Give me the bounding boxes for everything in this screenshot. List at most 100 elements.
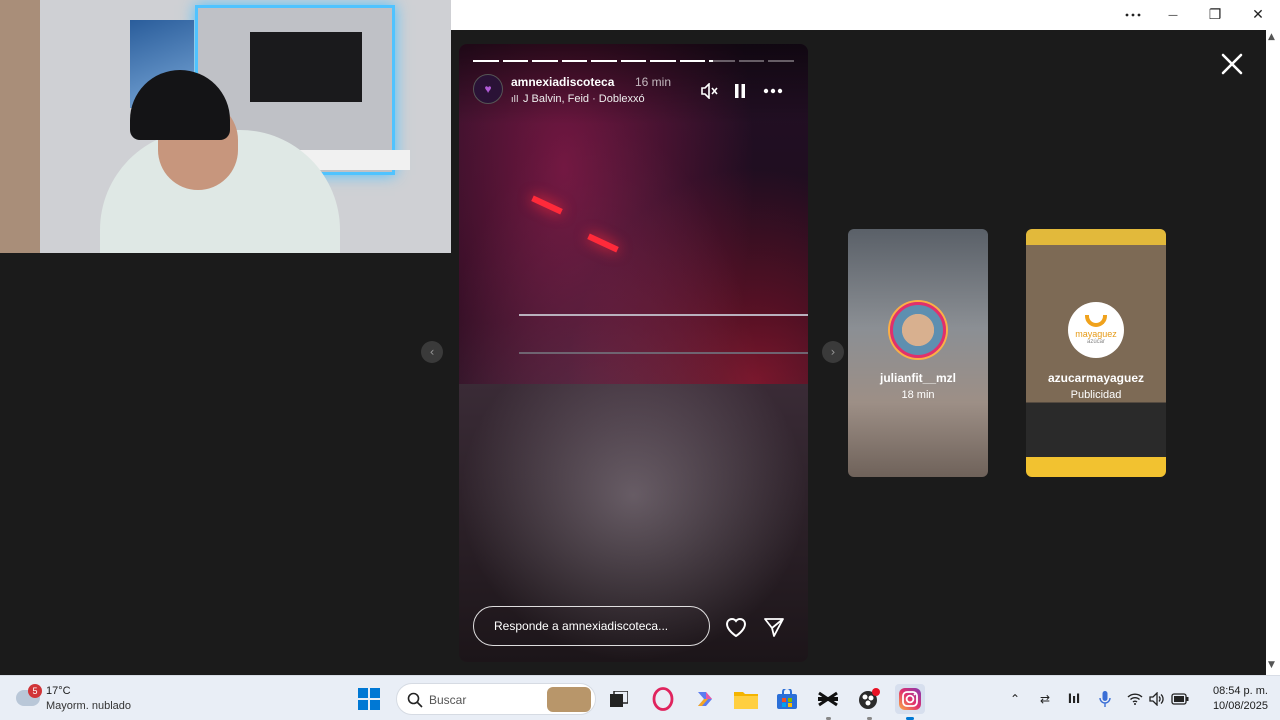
- search-highlight-image: [547, 687, 591, 712]
- like-button[interactable]: [723, 614, 749, 640]
- task-view-button[interactable]: [604, 684, 634, 714]
- close-story-viewer-button[interactable]: [1217, 49, 1247, 79]
- weather-desc: Mayorm. nublado: [46, 700, 131, 712]
- progress-fill: [532, 60, 558, 62]
- share-button[interactable]: [761, 614, 787, 640]
- clock-time: 08:54 p. m.: [1212, 685, 1268, 697]
- tray-app-1[interactable]: ⇄: [1035, 689, 1055, 709]
- story-preview-julianfit[interactable]: julianfit__mzl 18 min: [848, 229, 988, 477]
- webcam-overlay: [0, 0, 451, 253]
- search-placeholder: Buscar: [429, 693, 467, 707]
- scroll-up-arrow-icon[interactable]: ▲: [1268, 32, 1275, 42]
- logo-text: mayaguez: [1075, 329, 1117, 339]
- preview-username: azucarmayaguez: [1047, 371, 1145, 385]
- folder-icon: [734, 692, 758, 709]
- story-progress-bar: [473, 60, 795, 62]
- obs-app[interactable]: [854, 684, 884, 720]
- progress-segment: [650, 60, 676, 62]
- restore-icon: ❐: [1208, 7, 1222, 23]
- vertical-scrollbar[interactable]: ▲ ▼: [1266, 30, 1280, 675]
- music-bars-icon: ıll: [511, 95, 519, 105]
- progress-segment: [768, 60, 795, 62]
- speaker-icon: [1149, 692, 1164, 706]
- heart-logo-icon: ♥: [484, 82, 492, 96]
- volume-button[interactable]: [1147, 689, 1167, 709]
- maximize-button[interactable]: ❐: [1195, 0, 1235, 30]
- progress-fill: [591, 60, 617, 62]
- microphone-button[interactable]: [1095, 689, 1115, 709]
- tray-app-2[interactable]: lıl: [1064, 689, 1084, 709]
- network-button[interactable]: [1125, 689, 1145, 709]
- opera-app[interactable]: [648, 684, 678, 714]
- stage-light: [587, 233, 619, 253]
- progress-fill: [709, 60, 714, 62]
- progress-fill: [679, 60, 706, 62]
- chevron-left-icon: ‹: [429, 345, 435, 359]
- meter-icon: lıl: [1067, 692, 1081, 706]
- obs-icon: [859, 688, 880, 709]
- preview-sponsored-label: Publicidad: [1070, 389, 1122, 401]
- previous-story-button[interactable]: ‹: [421, 341, 443, 363]
- story-header: ♥ amnexiadiscoteca 16 min ıll J Balvin, F…: [473, 74, 794, 110]
- progress-fill: [561, 60, 588, 62]
- heart-icon: [725, 618, 747, 638]
- weather-widget[interactable]: 5 17°C Mayorm. nublado: [16, 684, 176, 714]
- story-options-button[interactable]: [762, 80, 784, 102]
- balcony-railing: [519, 314, 808, 354]
- battery-icon: [1171, 693, 1189, 705]
- file-explorer-app[interactable]: [731, 684, 761, 714]
- capcut-icon: [818, 691, 838, 707]
- progress-segment: [738, 60, 765, 62]
- microsoft-store-app[interactable]: [772, 684, 802, 714]
- speaker-muted-icon: [701, 83, 718, 99]
- progress-segment: [532, 60, 558, 62]
- capcut-app[interactable]: [813, 684, 843, 720]
- story-viewer[interactable]: ♥ amnexiadiscoteca 16 min ıll J Balvin, F…: [459, 44, 808, 662]
- preview-time: 18 min: [901, 389, 935, 401]
- minimize-button[interactable]: —: [1153, 0, 1193, 30]
- browser-titlebar: — ❐ ✕: [451, 0, 1280, 30]
- windows-taskbar: 5 17°C Mayorm. nublado Buscar ⌃ ⇄ lıl 08…: [0, 675, 1280, 720]
- progress-segment: [591, 60, 617, 62]
- start-button[interactable]: [354, 684, 384, 714]
- instagram-icon: [899, 688, 921, 710]
- reply-input[interactable]: Responde a amnexiadiscoteca...: [473, 606, 710, 646]
- system-clock[interactable]: 08:54 p. m. 10/08/2025: [1196, 684, 1268, 714]
- progress-fill: [650, 60, 676, 62]
- window-close-button[interactable]: ✕: [1238, 0, 1278, 30]
- pause-button[interactable]: [729, 80, 751, 102]
- more-options-icon[interactable]: [1113, 0, 1153, 30]
- progress-segment: [473, 60, 499, 62]
- logo-subtext: azúcar: [1086, 339, 1105, 345]
- story-music[interactable]: ıll J Balvin, Feid · Doblexxó: [511, 93, 645, 105]
- copilot-app[interactable]: [690, 684, 720, 714]
- weather-temp: 17°C: [46, 685, 71, 697]
- scroll-down-arrow-icon[interactable]: ▼: [1268, 660, 1275, 670]
- progress-segment: [709, 60, 735, 62]
- television: [250, 32, 362, 102]
- minimize-icon: —: [1168, 9, 1178, 21]
- story-avatar[interactable]: ♥: [473, 74, 503, 104]
- microphone-icon: [1099, 691, 1111, 707]
- sliders-icon: ⇄: [1039, 692, 1051, 706]
- music-label: J Balvin, Feid · Doblexxó: [523, 93, 645, 105]
- story-username[interactable]: amnexiadiscoteca: [511, 75, 614, 89]
- progress-segment: [502, 60, 529, 62]
- battery-button[interactable]: [1170, 689, 1190, 709]
- preview-avatar: [890, 302, 946, 358]
- send-icon: [764, 618, 784, 637]
- taskbar-search[interactable]: Buscar: [396, 683, 596, 715]
- show-hidden-icons-button[interactable]: ⌃: [1005, 689, 1025, 709]
- mute-button[interactable]: [699, 80, 721, 102]
- story-preview-azucarmayaguez[interactable]: mayaguez azúcar azucarmayaguez Publicida…: [1026, 229, 1166, 477]
- smile-logo-icon: [1085, 315, 1107, 327]
- more-horizontal-icon: [763, 88, 783, 94]
- chevron-right-icon: ›: [830, 345, 836, 359]
- instagram-app[interactable]: [895, 684, 925, 720]
- progress-segment: [620, 60, 647, 62]
- wifi-icon: [1127, 693, 1143, 705]
- progress-fill: [473, 60, 499, 62]
- mayaguez-logo: mayaguez azúcar: [1068, 302, 1124, 358]
- next-story-button[interactable]: ›: [822, 341, 844, 363]
- opera-icon: [652, 687, 674, 711]
